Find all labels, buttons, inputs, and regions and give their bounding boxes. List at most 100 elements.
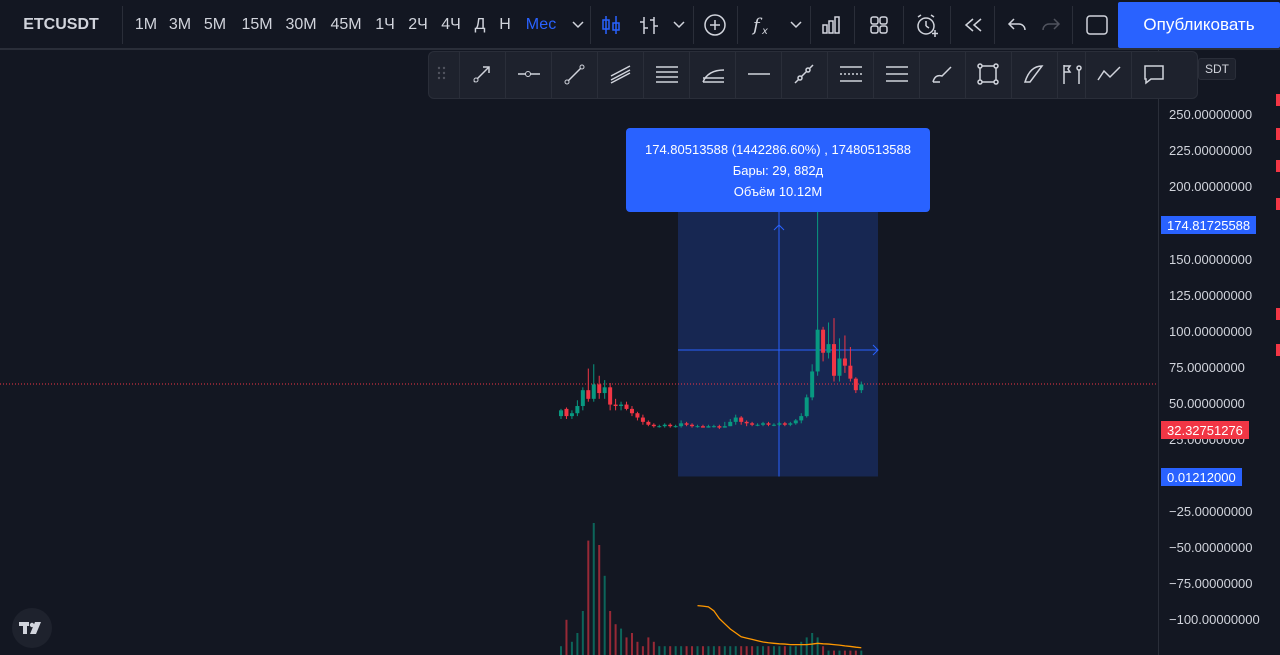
fullscreen-button[interactable]: [1080, 0, 1114, 50]
indicators-button[interactable]: fx: [745, 0, 779, 50]
bars-icon: [640, 17, 658, 34]
financials-button[interactable]: [814, 0, 848, 50]
interval-1h[interactable]: 1Ч: [371, 0, 399, 50]
tool-fib-channel[interactable]: [689, 52, 736, 98]
undo-button[interactable]: [1000, 0, 1034, 50]
candle-body: [608, 387, 613, 405]
tool-parallel-channel[interactable]: [597, 52, 644, 98]
interval-week[interactable]: Н: [495, 0, 515, 50]
redo-icon: [1042, 18, 1061, 31]
candle-body: [580, 390, 585, 407]
volume-bar: [816, 637, 819, 655]
last-price-tag: 32.32751276: [1161, 421, 1249, 439]
volume-bar: [658, 646, 661, 655]
date-range-icon: [886, 66, 908, 82]
currency-tag[interactable]: SDT: [1198, 58, 1236, 80]
price-axis[interactable]: 250.00000000 225.00000000 200.00000000 1…: [1158, 50, 1270, 655]
undo-icon: [1007, 18, 1026, 31]
volume-bar: [641, 646, 644, 655]
volume-bar: [827, 650, 830, 655]
redo-button[interactable]: [1034, 0, 1068, 50]
chart-type-dropdown[interactable]: [668, 0, 690, 50]
interval-15m[interactable]: 15М: [238, 0, 276, 50]
tool-flag-marker[interactable]: [1057, 52, 1086, 98]
interval-4h[interactable]: 4Ч: [437, 0, 465, 50]
plus-circle-icon: [704, 14, 726, 36]
volume-bar: [854, 650, 857, 655]
interval-45m[interactable]: 45М: [327, 0, 365, 50]
volume-bar: [789, 646, 792, 655]
candle-body: [728, 421, 733, 427]
candle-body: [679, 423, 684, 427]
tool-drag-handle[interactable]: [429, 52, 459, 98]
chart-canvas[interactable]: [0, 50, 1158, 655]
square-icon: [1086, 15, 1108, 35]
tool-rectangle[interactable]: [965, 52, 1012, 98]
candle-body: [559, 410, 563, 417]
volume-bar: [570, 641, 573, 655]
candle-body: [700, 426, 705, 428]
candle-body: [635, 413, 640, 418]
interval-2h[interactable]: 2Ч: [404, 0, 432, 50]
candle-body: [755, 424, 760, 426]
interval-month[interactable]: Мес: [521, 0, 561, 50]
volume-bar: [783, 646, 786, 655]
indicator-templates-button[interactable]: [634, 0, 664, 50]
candle-body: [793, 420, 798, 424]
interval-30m[interactable]: 30М: [282, 0, 320, 50]
chevron-down-icon: [673, 21, 685, 29]
target-price-tag: 174.81725588: [1161, 216, 1257, 234]
interval-3m[interactable]: 3М: [166, 0, 194, 50]
chart-type-button[interactable]: [596, 0, 626, 50]
volume-bar: [794, 646, 797, 655]
tool-trend-line[interactable]: [551, 52, 598, 98]
candles-icon: [602, 16, 620, 34]
tool-brush[interactable]: [919, 52, 966, 98]
volume-bar: [740, 646, 743, 655]
compare-button[interactable]: [698, 0, 732, 50]
price-label: 125.00000000: [1169, 288, 1253, 303]
volume-bar: [587, 540, 590, 655]
marker: [1276, 160, 1280, 172]
tool-cross-line[interactable]: [781, 52, 828, 98]
candle-body: [848, 365, 853, 379]
svg-text:x: x: [761, 26, 768, 37]
candle-body: [815, 329, 820, 372]
tool-curve[interactable]: [1011, 52, 1058, 98]
candle-body: [832, 344, 836, 376]
price-label: 75.00000000: [1169, 360, 1245, 375]
volume-bar: [729, 646, 732, 655]
volume-bar: [636, 641, 639, 655]
alert-button[interactable]: [909, 0, 945, 50]
price-label: 50.00000000: [1169, 396, 1245, 411]
tool-arrow-line[interactable]: [459, 52, 506, 98]
tool-horizontal-line[interactable]: [735, 52, 782, 98]
volume-bar: [674, 646, 677, 655]
volume-bar: [751, 646, 754, 655]
parallel-channel-icon: [610, 65, 631, 84]
candle-body: [711, 426, 716, 428]
candle-body: [739, 417, 744, 422]
publish-button[interactable]: Опубликовать: [1118, 2, 1280, 48]
replay-button[interactable]: [956, 0, 990, 50]
tool-price-range[interactable]: [827, 52, 874, 98]
tool-date-range[interactable]: [873, 52, 920, 98]
interval-dropdown[interactable]: [566, 0, 590, 50]
layouts-button[interactable]: [862, 0, 896, 50]
volume-bar: [822, 646, 825, 655]
interval-1m[interactable]: 1М: [132, 0, 160, 50]
tool-callout[interactable]: [1131, 52, 1178, 98]
tool-horizontal-ray[interactable]: [505, 52, 552, 98]
candle-body: [766, 423, 771, 425]
volume-bar: [603, 575, 606, 655]
symbol-search[interactable]: ETCUSDT: [0, 0, 122, 50]
candle-body: [602, 387, 607, 394]
volume-bar: [838, 650, 841, 655]
indicators-dropdown[interactable]: [785, 0, 807, 50]
interval-day[interactable]: Д: [470, 0, 490, 50]
tool-pitchfork[interactable]: [643, 52, 690, 98]
interval-5m[interactable]: 5М: [201, 0, 229, 50]
tradingview-logo[interactable]: [12, 608, 52, 648]
tool-path[interactable]: [1085, 52, 1132, 98]
volume-bar: [630, 633, 633, 655]
